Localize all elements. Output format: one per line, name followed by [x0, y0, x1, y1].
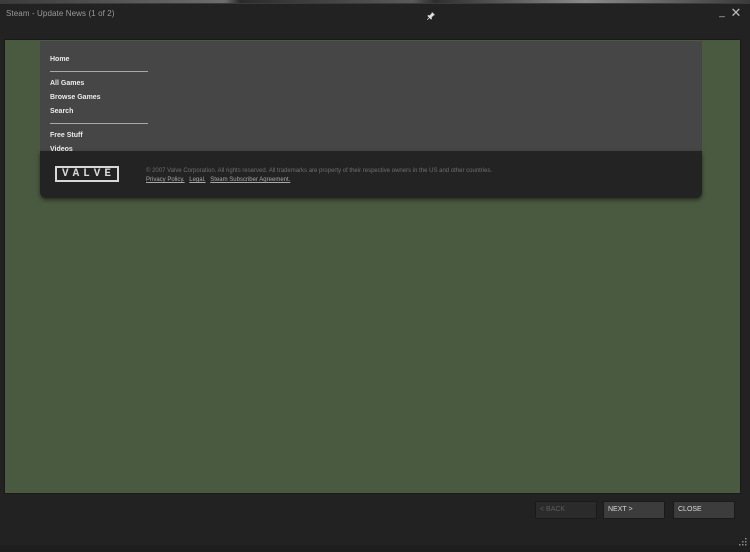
next-button[interactable]: NEXT > — [603, 501, 665, 519]
title-bar[interactable]: Steam - Update News (1 of 2) _ ✕ — [0, 4, 750, 26]
legal-links: Privacy Policy. Legal. Steam Subscriber … — [146, 177, 293, 183]
copyright-text: © 2007 Valve Corporation. All rights res… — [146, 168, 493, 174]
minimize-button[interactable]: _ — [717, 7, 727, 19]
window-title: Steam - Update News (1 of 2) — [6, 9, 115, 18]
back-button[interactable]: < BACK — [535, 501, 597, 519]
nav-link-home[interactable]: Home — [50, 53, 150, 67]
page-footer: VALVE © 2007 Valve Corporation. All righ… — [40, 151, 702, 198]
nav-link-browse-games[interactable]: Browse Games — [50, 91, 150, 105]
nav-link-search[interactable]: Search — [50, 105, 150, 119]
valve-logo[interactable]: VALVE — [55, 166, 119, 182]
news-content-area: Home All Games Browse Games Search Free … — [4, 39, 741, 494]
nav-link-free-stuff[interactable]: Free Stuff — [50, 129, 150, 143]
nav-divider — [50, 71, 148, 72]
nav-link-all-games[interactable]: All Games — [50, 77, 150, 91]
privacy-policy-link[interactable]: Privacy Policy. — [146, 177, 185, 183]
window-close-button[interactable]: ✕ — [730, 6, 742, 20]
subscriber-agreement-link[interactable]: Steam Subscriber Agreement. — [210, 177, 290, 183]
pin-icon[interactable] — [426, 8, 436, 20]
legal-link[interactable]: Legal. — [189, 177, 205, 183]
news-window: Steam - Update News (1 of 2) _ ✕ Home Al… — [0, 3, 750, 546]
close-button[interactable]: CLOSE — [673, 501, 735, 519]
store-page-panel: Home All Games Browse Games Search Free … — [40, 41, 702, 153]
resize-grip-icon[interactable] — [738, 534, 748, 546]
nav-divider — [50, 123, 148, 124]
store-nav: Home All Games Browse Games Search Free … — [50, 53, 150, 157]
